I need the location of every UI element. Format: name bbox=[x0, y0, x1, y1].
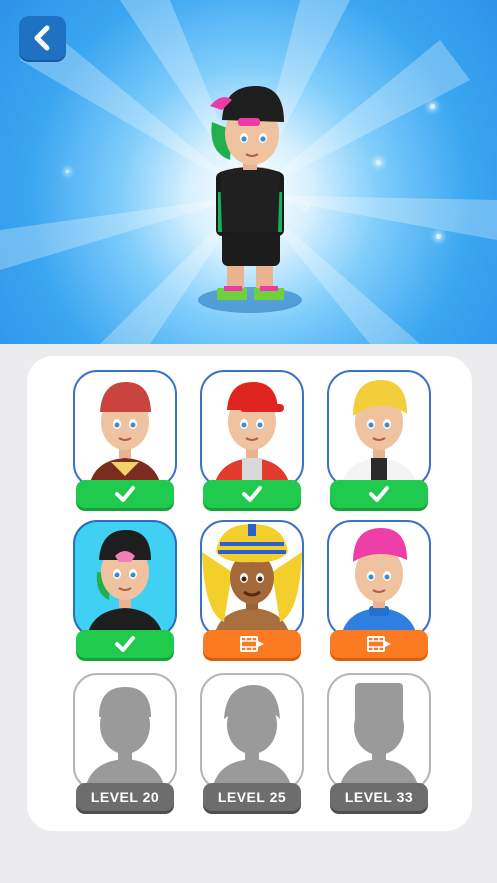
level-label: LEVEL 25 bbox=[217, 789, 287, 805]
watch-video-badge bbox=[203, 630, 301, 658]
selected-character-preview bbox=[198, 86, 302, 313]
character-card-red-cap-jacket[interactable] bbox=[200, 370, 304, 510]
character-card-locked-1[interactable]: LEVEL 20 bbox=[73, 673, 177, 813]
level-lock-badge: LEVEL 33 bbox=[330, 783, 428, 811]
checkmark-icon bbox=[115, 636, 135, 652]
owned-badge bbox=[76, 480, 174, 508]
watch-video-badge bbox=[330, 630, 428, 658]
character-portrait bbox=[73, 370, 177, 488]
checkmark-icon bbox=[369, 486, 389, 502]
character-card-pink-hair[interactable] bbox=[327, 520, 431, 660]
video-icon bbox=[240, 636, 264, 652]
level-lock-badge: LEVEL 25 bbox=[203, 783, 301, 811]
sparkle bbox=[430, 104, 435, 109]
hero-preview bbox=[0, 0, 497, 344]
level-label: LEVEL 33 bbox=[344, 789, 414, 805]
character-portrait-selected bbox=[73, 520, 177, 638]
locked-silhouette bbox=[73, 673, 177, 791]
level-lock-badge: LEVEL 20 bbox=[76, 783, 174, 811]
character-portrait bbox=[327, 520, 431, 638]
sparkle bbox=[376, 160, 381, 165]
level-label: LEVEL 20 bbox=[90, 789, 160, 805]
character-card-black-cap-green-hair[interactable] bbox=[73, 520, 177, 660]
locked-silhouette bbox=[200, 673, 304, 791]
selected-badge bbox=[76, 630, 174, 658]
character-portrait bbox=[200, 370, 304, 488]
video-icon bbox=[367, 636, 391, 652]
back-button[interactable] bbox=[19, 16, 66, 60]
locked-silhouette bbox=[327, 673, 431, 791]
sparkle bbox=[66, 170, 69, 173]
character-portrait bbox=[200, 520, 304, 638]
sparkle bbox=[436, 234, 441, 239]
character-card-locked-3[interactable]: LEVEL 33 bbox=[327, 673, 431, 813]
chevron-left-icon bbox=[34, 25, 49, 51]
checkmark-icon bbox=[115, 486, 135, 502]
owned-badge bbox=[203, 480, 301, 508]
owned-badge bbox=[330, 480, 428, 508]
character-card-blonde-white-coat[interactable] bbox=[327, 370, 431, 510]
character-portrait bbox=[327, 370, 431, 488]
character-card-pharaoh[interactable] bbox=[200, 520, 304, 660]
character-card-locked-2[interactable]: LEVEL 25 bbox=[200, 673, 304, 813]
character-card-red-cap-vest[interactable] bbox=[73, 370, 177, 510]
checkmark-icon bbox=[242, 486, 262, 502]
